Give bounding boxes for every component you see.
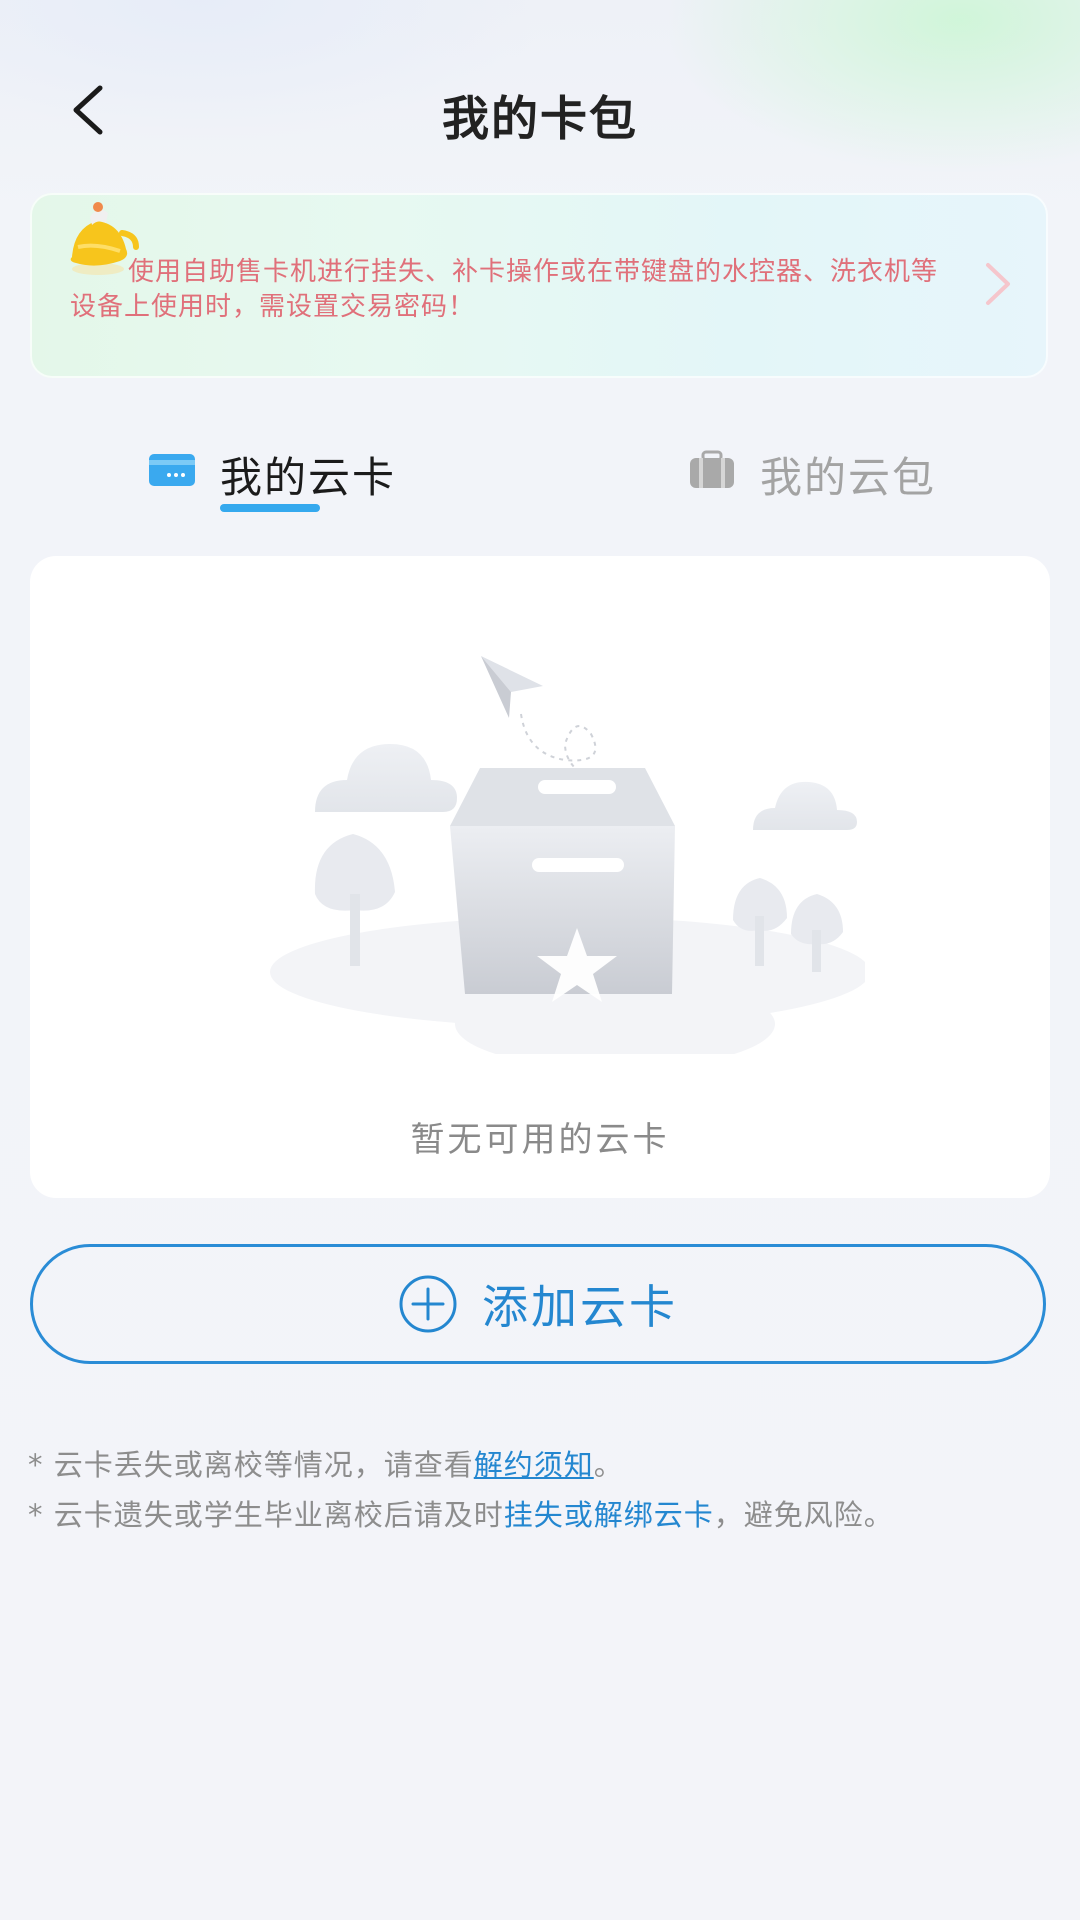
empty-message: 暂无可用的云卡 <box>410 1120 670 1160</box>
note-text: * 云卡遗失或学生毕业离校后请及时 <box>28 1498 504 1532</box>
add-button-label: 添加云卡 <box>482 1280 678 1334</box>
tab-my-cloud-wallet[interactable]: 我的云包 <box>688 430 948 520</box>
card-icon <box>149 454 195 486</box>
active-tab-indicator <box>220 504 320 512</box>
add-button-content: 添加云卡 <box>33 1247 1043 1361</box>
note-text: * 云卡丢失或离校等情况，请查看 <box>28 1448 474 1482</box>
tab-label: 我的云卡 <box>220 453 397 502</box>
report-loss-unbind-link[interactable]: 挂失或解绑云卡 <box>504 1498 714 1532</box>
note-text: ，避免风险。 <box>713 1498 894 1532</box>
header: 我的卡包 <box>0 60 1080 160</box>
plus-circle-icon <box>399 1275 457 1333</box>
tab-my-cloud-cards[interactable]: 我的云卡 <box>148 430 408 520</box>
empty-state-card: 暂无可用的云卡 <box>30 556 1050 1198</box>
note-line-report-loss: * 云卡遗失或学生毕业离校后请及时挂失或解绑云卡，避免风险。 <box>28 1490 1058 1540</box>
note-line-termination: * 云卡丢失或离校等情况，请查看解约须知。 <box>28 1440 1058 1490</box>
tab-bar: 我的云卡 我的云包 <box>0 430 1080 530</box>
note-text: 。 <box>593 1448 624 1482</box>
termination-notice-link[interactable]: 解约须知 <box>474 1448 594 1482</box>
notice-text: 使用自助售卡机进行挂失、补卡操作或在带键盘的水控器、洗衣机等设备上使用时，需设置… <box>70 257 939 322</box>
notice-banner[interactable]: 使用自助售卡机进行挂失、补卡操作或在带键盘的水控器、洗衣机等设备上使用时，需设置… <box>30 193 1048 378</box>
page-title: 我的卡包 <box>442 92 638 147</box>
tab-label: 我的云包 <box>760 453 937 502</box>
chevron-right-icon[interactable] <box>980 259 1014 309</box>
empty-box-illustration <box>270 656 865 1054</box>
wallet-icon <box>690 450 734 488</box>
notes: * 云卡丢失或离校等情况，请查看解约须知。 * 云卡遗失或学生毕业离校后请及时挂… <box>28 1440 1058 1540</box>
add-cloud-card-button[interactable]: 添加云卡 <box>30 1244 1046 1364</box>
